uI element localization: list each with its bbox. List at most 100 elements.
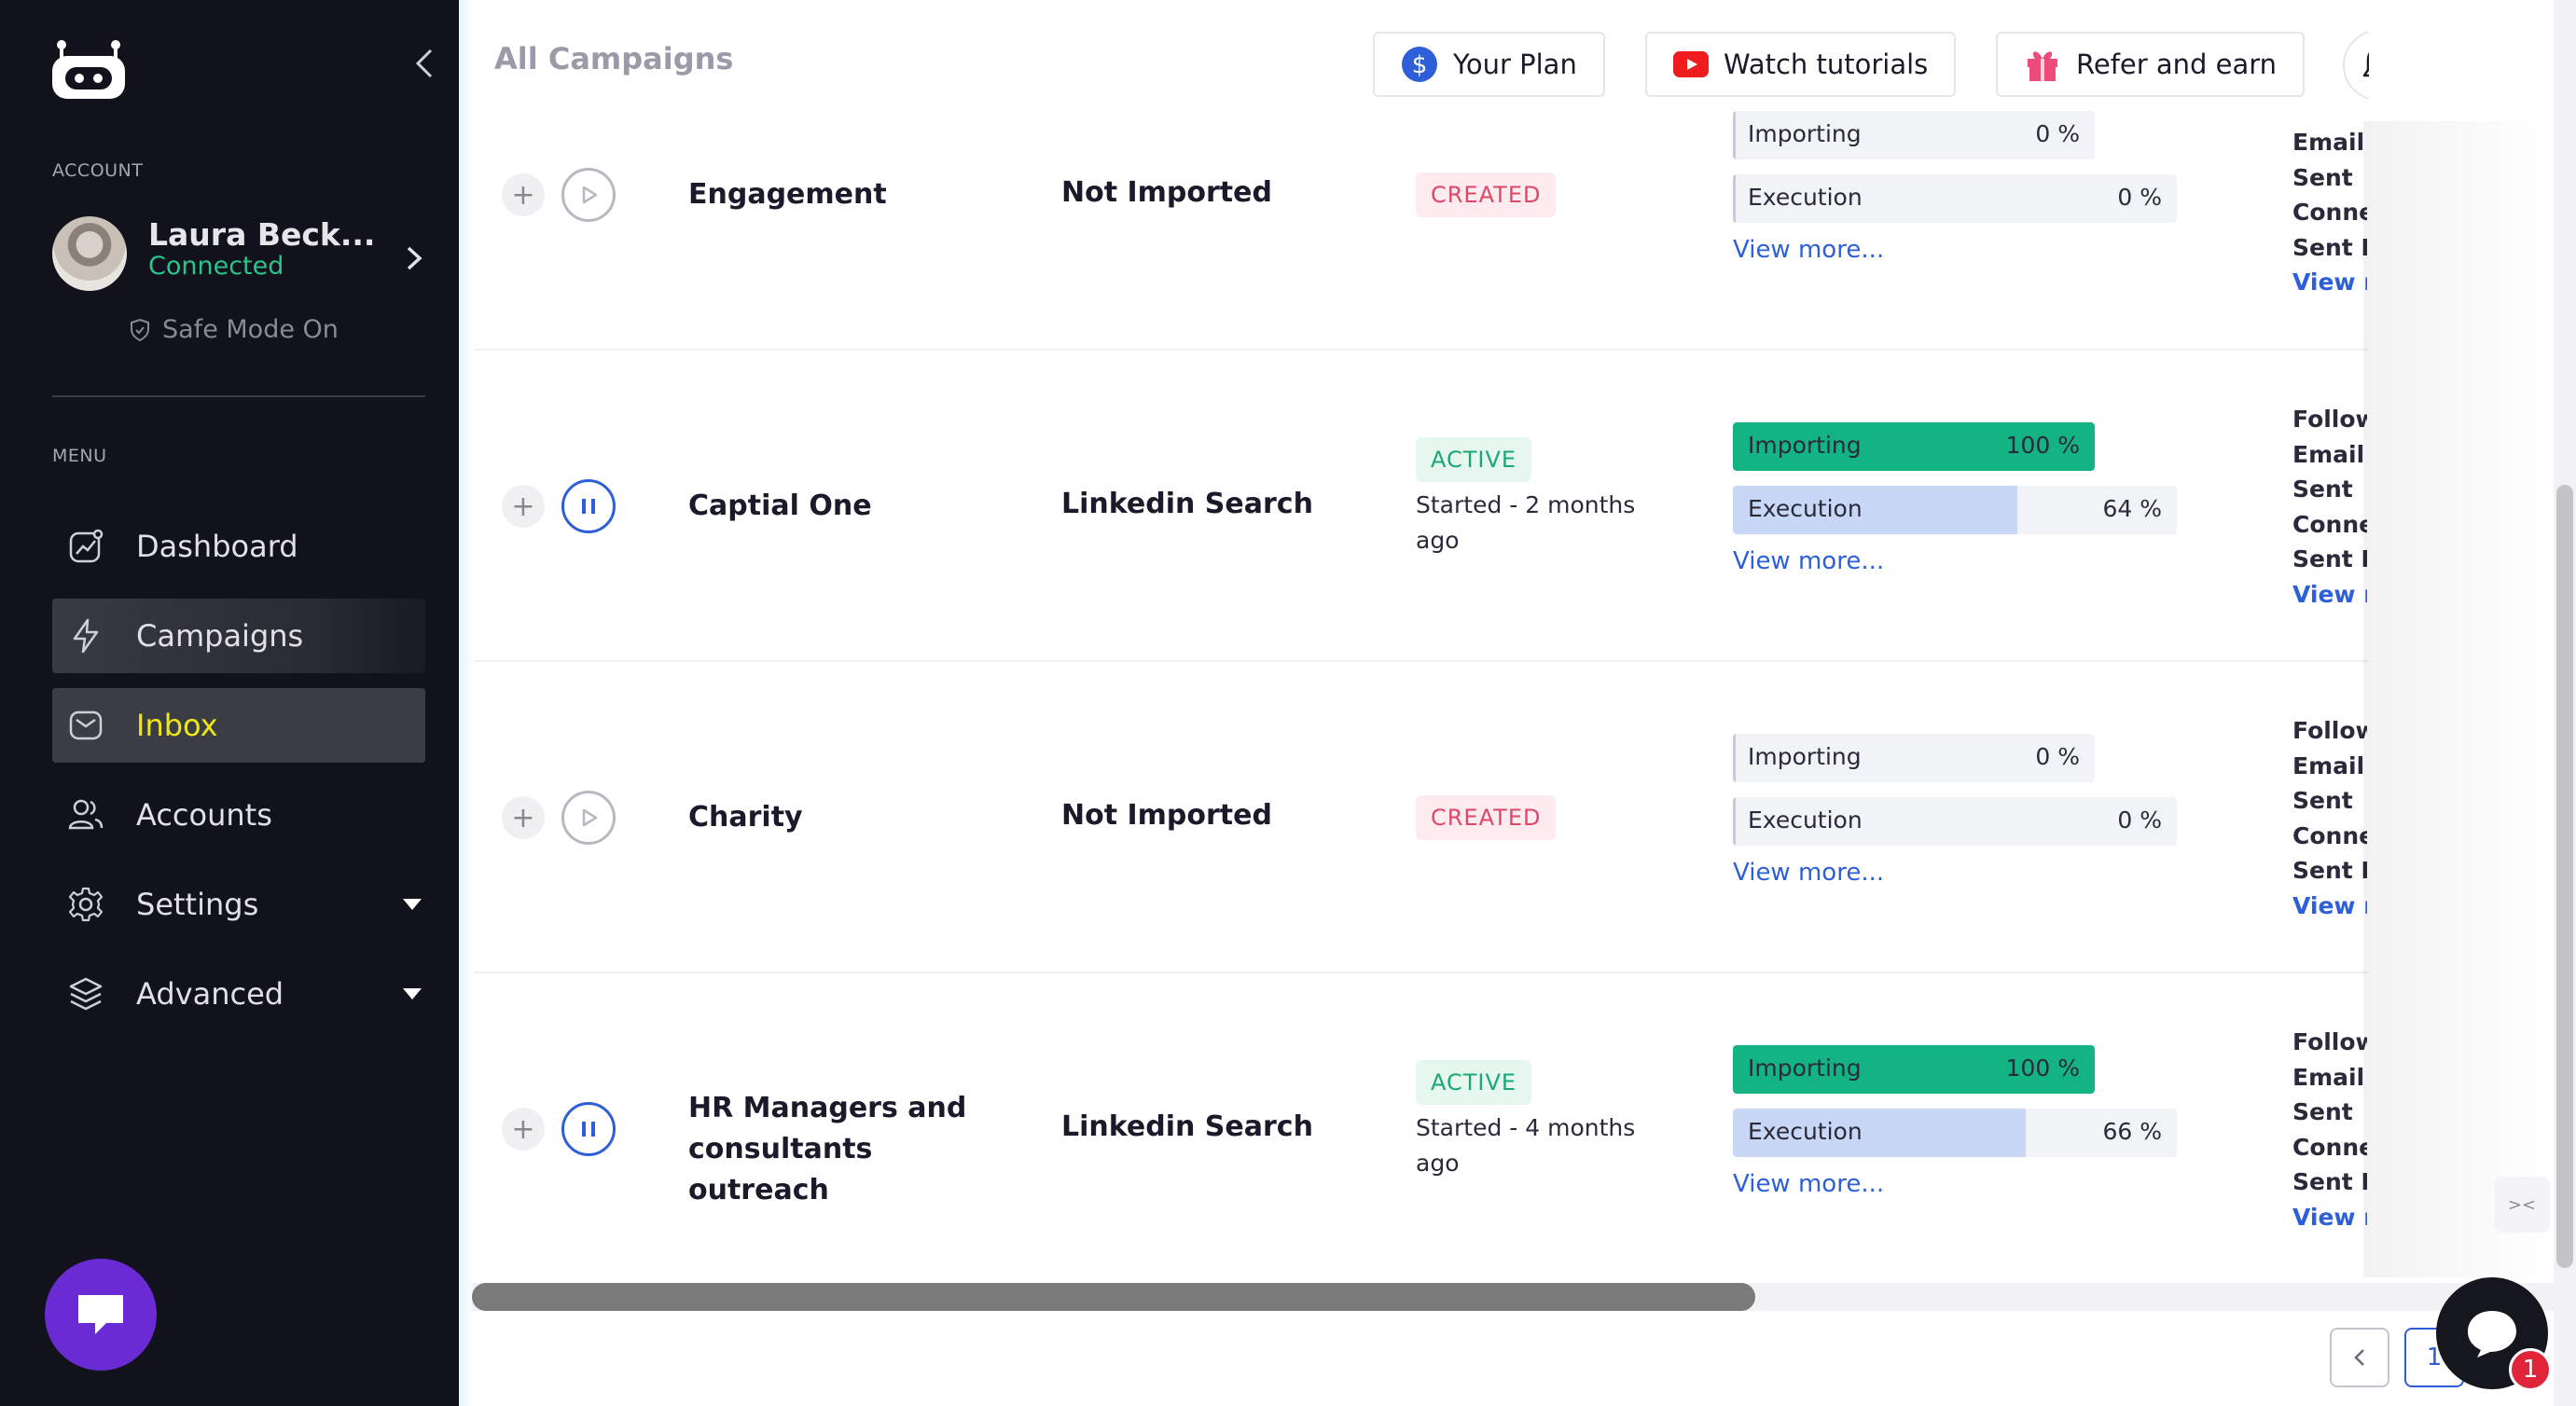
sidebar-item-label: Inbox bbox=[136, 708, 218, 743]
collapse-tool-icon[interactable]: >< bbox=[2494, 1177, 2550, 1233]
add-icon[interactable]: + bbox=[502, 485, 545, 528]
campaign-source: Not Imported bbox=[1061, 176, 1272, 209]
campaign-source: Linkedin Search bbox=[1061, 488, 1313, 520]
gear-icon bbox=[68, 887, 104, 922]
execution-percent: 0 % bbox=[2117, 806, 2162, 834]
caret-down-icon[interactable] bbox=[403, 899, 422, 910]
view-more-link[interactable]: View more... bbox=[1733, 547, 1884, 575]
horizontal-scrollbar[interactable] bbox=[472, 1283, 2554, 1311]
vertical-scrollbar[interactable] bbox=[2554, 0, 2576, 1406]
profile-name[interactable]: Laura Beck... bbox=[148, 216, 375, 253]
stats-view-link[interactable]: View n bbox=[2292, 889, 2367, 924]
support-chat-button[interactable] bbox=[45, 1259, 157, 1371]
campaign-started: Started - 2 months ago bbox=[1416, 491, 1636, 554]
importing-progress: Importing 0 % bbox=[1733, 734, 2095, 782]
campaign-name[interactable]: Engagement bbox=[688, 174, 1005, 215]
stat-line: Email I bbox=[2292, 440, 2367, 468]
stat-line: Conne bbox=[2292, 821, 2367, 849]
stats-view-link[interactable]: View n bbox=[2292, 265, 2367, 300]
add-icon[interactable]: + bbox=[502, 1108, 545, 1151]
pause-campaign-button[interactable] bbox=[561, 1102, 616, 1156]
campaign-name[interactable]: Captial One bbox=[688, 486, 1005, 527]
campaign-row[interactable]: + HR Managers and consultants outreach L… bbox=[474, 973, 2554, 1285]
sidebar-item-label: Advanced bbox=[136, 976, 284, 1012]
stat-line: Conne bbox=[2292, 199, 2367, 226]
chevron-left-icon bbox=[2354, 1349, 2364, 1366]
caret-down-icon[interactable] bbox=[403, 988, 422, 999]
campaign-stats: Email I Sent Conne Sent Er View n bbox=[2292, 125, 2367, 300]
importing-percent: 0 % bbox=[2035, 120, 2080, 147]
campaign-row[interactable]: + Charity Not Imported CREATED Importing… bbox=[474, 662, 2554, 973]
robot-logo-icon[interactable] bbox=[48, 37, 129, 103]
play-icon bbox=[582, 186, 598, 204]
chat-icon bbox=[2468, 1311, 2516, 1358]
stat-line: Email I bbox=[2292, 751, 2367, 779]
sidebar-item-advanced[interactable]: Advanced bbox=[52, 957, 425, 1031]
stat-line: Sent bbox=[2292, 163, 2353, 191]
safe-mode-label: Safe Mode On bbox=[162, 315, 339, 344]
view-more-link[interactable]: View more... bbox=[1733, 1170, 1884, 1198]
app-root: ACCOUNT Laura Beck... Connected Safe Mod… bbox=[0, 0, 2576, 1406]
campaign-started: Started - 4 months ago bbox=[1416, 1114, 1636, 1177]
importing-label: Importing bbox=[1748, 120, 1862, 147]
start-campaign-button[interactable] bbox=[561, 168, 616, 222]
vertical-scroll-thumb[interactable] bbox=[2556, 485, 2573, 1268]
sidebar-item-dashboard[interactable]: Dashboard bbox=[52, 509, 425, 584]
chat-unread-badge: 1 bbox=[2509, 1348, 2552, 1391]
view-more-link[interactable]: View more... bbox=[1733, 859, 1884, 887]
chevron-right-icon[interactable] bbox=[403, 244, 425, 272]
stat-line: Sent Er bbox=[2292, 857, 2367, 884]
add-icon[interactable]: + bbox=[502, 796, 545, 839]
importing-label: Importing bbox=[1748, 432, 1862, 459]
sidebar-item-campaigns[interactable]: Campaigns bbox=[52, 599, 425, 673]
pause-campaign-button[interactable] bbox=[561, 479, 616, 533]
campaign-row[interactable]: + Captial One Linkedin Search ACTIVE Sta… bbox=[474, 351, 2554, 662]
stat-line: Conne bbox=[2292, 1133, 2367, 1161]
view-more-link[interactable]: View more... bbox=[1733, 236, 1884, 264]
pause-icon bbox=[582, 1122, 595, 1137]
campaign-name[interactable]: Charity bbox=[688, 797, 1005, 838]
progress-edge bbox=[1733, 174, 1736, 223]
sidebar-item-accounts[interactable]: Accounts bbox=[52, 778, 425, 852]
add-icon[interactable]: + bbox=[502, 173, 545, 216]
execution-progress: Execution 66 % bbox=[1733, 1109, 2177, 1157]
layers-icon bbox=[69, 977, 103, 1011]
status-badge: ACTIVE bbox=[1416, 1060, 1532, 1105]
sidebar-item-label: Settings bbox=[136, 887, 259, 922]
menu-section-label: MENU bbox=[52, 446, 107, 466]
importing-percent: 100 % bbox=[2005, 1054, 2080, 1082]
importing-percent: 100 % bbox=[2005, 432, 2080, 459]
stat-line: Conne bbox=[2292, 510, 2367, 538]
chat-bubble-icon bbox=[78, 1295, 123, 1334]
sidebar-item-label: Campaigns bbox=[136, 618, 304, 654]
status-badge: CREATED bbox=[1416, 172, 1557, 217]
sidebar-item-settings[interactable]: Settings bbox=[52, 867, 425, 942]
collapse-sidebar-icon[interactable] bbox=[407, 45, 444, 82]
campaign-stats: Follow Email I Sent Conne Sent Er View n bbox=[2292, 402, 2367, 612]
stat-line: Sent bbox=[2292, 1098, 2353, 1125]
stat-line: Email I bbox=[2292, 129, 2367, 156]
campaign-name[interactable]: HR Managers and consultants outreach bbox=[688, 1088, 1005, 1211]
safe-mode-indicator: Safe Mode On bbox=[129, 315, 339, 344]
sidebar: ACCOUNT Laura Beck... Connected Safe Mod… bbox=[0, 0, 459, 1406]
lightning-icon bbox=[73, 618, 99, 654]
dashboard-icon bbox=[69, 529, 104, 563]
campaign-row[interactable]: + Engagement Not Imported CREATED Import… bbox=[474, 39, 2554, 351]
profile-avatar[interactable] bbox=[52, 216, 127, 291]
profile-status: Connected bbox=[148, 252, 284, 281]
pagination-prev-button[interactable] bbox=[2330, 1328, 2389, 1387]
execution-label: Execution bbox=[1748, 1118, 1863, 1145]
progress-edge bbox=[1733, 111, 1736, 159]
account-section-label: ACCOUNT bbox=[52, 160, 144, 181]
table-scroll-shadow bbox=[2363, 121, 2554, 1277]
sidebar-item-inbox[interactable]: Inbox bbox=[52, 688, 425, 763]
execution-percent: 64 % bbox=[2102, 495, 2162, 522]
importing-progress: Importing 0 % bbox=[1733, 111, 2095, 159]
stats-view-link[interactable]: View n bbox=[2292, 1200, 2367, 1235]
play-icon bbox=[582, 808, 598, 827]
importing-progress: Importing 100 % bbox=[1733, 422, 2095, 471]
inbox-icon bbox=[69, 710, 103, 740]
stats-view-link[interactable]: View n bbox=[2292, 577, 2367, 613]
start-campaign-button[interactable] bbox=[561, 791, 616, 845]
horizontal-scroll-thumb[interactable] bbox=[472, 1283, 1755, 1311]
